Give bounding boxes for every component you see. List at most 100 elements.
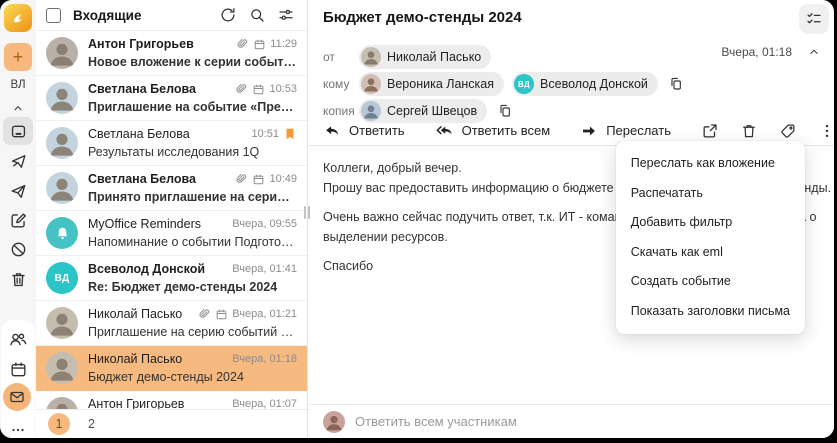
message-date-row: Вчера, 01:18 <box>721 45 821 59</box>
email-list-panel: Входящие Антон Григорьев 11:29 Новое вло… <box>36 0 308 438</box>
app-sidebar: + ВЛ <box>0 0 37 438</box>
email-time: 10:53 <box>269 83 297 95</box>
email-list-row[interactable]: Антон Григорьев 11:29 Новое вложение к с… <box>36 31 307 76</box>
current-user-avatar <box>323 410 345 433</box>
email-list-row[interactable]: MyOffice Reminders Вчера, 09:55 Напомина… <box>36 211 307 256</box>
email-list-header: Входящие <box>36 0 307 31</box>
message-context-menu: Переслать как вложение Распечатать Добав… <box>615 141 805 334</box>
email-time: Вчера, 01:21 <box>232 308 297 320</box>
avatar <box>361 74 381 94</box>
menu-item-download-eml[interactable]: Скачать как eml <box>616 238 805 268</box>
sidebar-item-drafts[interactable] <box>3 206 33 234</box>
avatar <box>46 82 78 114</box>
sidebar-item-spam[interactable] <box>3 235 33 263</box>
event-icon <box>215 308 228 321</box>
email-time: Вчера, 01:41 <box>232 263 297 275</box>
quick-reply-placeholder: Ответить всем участникам <box>355 414 517 429</box>
folder-title: Входящие <box>73 7 142 23</box>
quick-reply-bar[interactable]: Ответить всем участникам <box>309 404 834 438</box>
sender-name: Светлана Белова <box>88 127 190 141</box>
contacts-app-icon[interactable] <box>3 325 33 353</box>
compose-new-button[interactable]: + <box>4 43 32 71</box>
pagination: 1 2 <box>36 409 307 438</box>
filter-sliders-icon[interactable] <box>277 6 295 24</box>
from-row: от Николай Пасько <box>323 44 492 70</box>
sender-name: Всеволод Донской <box>88 262 206 276</box>
sidebar-item-sent[interactable] <box>3 177 33 205</box>
to-label: кому <box>323 77 350 91</box>
email-list: Антон Григорьев 11:29 Новое вложение к с… <box>36 31 307 410</box>
attachment-icon <box>235 83 248 96</box>
menu-item-create-event[interactable]: Создать событие <box>616 267 805 297</box>
email-subject: Принято приглашение на серию событий «..… <box>88 190 297 204</box>
collapse-message-chevron-icon[interactable] <box>807 45 821 59</box>
email-time: 11:29 <box>270 38 297 50</box>
open-in-new-window-icon[interactable] <box>701 122 719 140</box>
email-time: Вчера, 01:18 <box>232 353 297 365</box>
pane-resize-handle[interactable] <box>304 206 310 219</box>
sender-name: Николай Пасько <box>88 352 183 366</box>
avatar <box>46 217 78 249</box>
email-list-row[interactable]: Светлана Белова 10:53 Приглашение на соб… <box>36 76 307 121</box>
menu-item-add-filter[interactable]: Добавить фильтр <box>616 208 805 238</box>
tasks-panel-toggle-button[interactable] <box>799 4 829 34</box>
app-window: + ВЛ Входящие Антон Григорьев 11:29 Ново… <box>0 0 834 438</box>
app-switcher <box>1 320 35 438</box>
recipient-chip[interactable]: ВД Всеволод Донской <box>512 72 658 96</box>
sidebar-item-trash[interactable] <box>3 265 33 293</box>
avatar <box>46 352 78 384</box>
user-avatar-initials[interactable]: ВЛ <box>0 79 36 91</box>
copy-recipients-icon[interactable] <box>668 76 684 92</box>
email-list-row[interactable]: Николай Пасько Вчера, 01:18 Бюджет демо-… <box>36 346 307 391</box>
avatar <box>46 172 78 204</box>
calendar-app-icon[interactable] <box>3 355 33 383</box>
avatar-initials: ВД <box>518 79 531 89</box>
mail-app-icon[interactable] <box>3 383 31 411</box>
event-icon <box>252 173 265 186</box>
email-list-row[interactable]: Николай Пасько Вчера, 01:21 Приглашение … <box>36 301 307 346</box>
select-all-checkbox[interactable] <box>46 7 61 23</box>
app-logo-icon <box>4 4 32 32</box>
from-chip[interactable]: Николай Пасько <box>359 45 492 69</box>
email-time: 10:49 <box>269 173 297 185</box>
tag-label-icon[interactable] <box>779 122 797 140</box>
sender-name: MyOffice Reminders <box>88 217 201 231</box>
avatar: ВД <box>46 262 78 294</box>
sidebar-item-inbox[interactable] <box>3 117 33 145</box>
event-icon <box>252 83 265 96</box>
sidebar-item-outbox[interactable] <box>3 147 33 175</box>
email-subject: Бюджет демо-стенды 2024 <box>88 370 244 384</box>
menu-item-show-headers[interactable]: Показать заголовки письма <box>616 297 805 327</box>
email-list-row[interactable]: Светлана Белова 10:49 Принято приглашени… <box>36 166 307 211</box>
reply-button[interactable]: Ответить <box>323 122 405 140</box>
email-time: Вчера, 09:55 <box>232 218 297 230</box>
avatar: ВД <box>514 74 535 94</box>
refresh-icon[interactable] <box>219 6 237 24</box>
sender-name: Светлана Белова <box>88 172 196 186</box>
more-actions-kebab-icon[interactable] <box>818 122 834 140</box>
page-button-1[interactable]: 1 <box>48 413 70 435</box>
email-subject: Приглашение на событие «Предварительно..… <box>88 100 297 114</box>
page-button-2[interactable]: 2 <box>88 417 95 431</box>
delete-message-icon[interactable] <box>740 122 758 140</box>
avatar <box>361 47 381 67</box>
search-icon[interactable] <box>248 6 266 24</box>
recipient-chip[interactable]: Вероника Ланская <box>359 72 505 96</box>
menu-item-print[interactable]: Распечатать <box>616 179 805 209</box>
avatar <box>46 307 78 339</box>
email-list-row[interactable]: ВД Всеволод Донской Вчера, 01:41 Re: Бюд… <box>36 256 307 301</box>
sender-name: Николай Пасько <box>88 307 183 321</box>
from-name: Николай Пасько <box>387 50 482 64</box>
avatar <box>46 37 78 69</box>
more-apps-icon[interactable] <box>3 416 33 438</box>
attachment-icon <box>236 38 249 51</box>
forward-button[interactable]: Переслать <box>580 122 671 140</box>
email-list-row[interactable]: Антон Григорьев Вчера, 01:07 <box>36 391 307 410</box>
email-list-row[interactable]: Светлана Белова 10:51 Результаты исследо… <box>36 121 307 166</box>
reply-all-button[interactable]: Ответить всем <box>435 122 550 140</box>
to-row: кому Вероника Ланская ВД Всеволод Донско… <box>323 71 684 97</box>
email-subject: Новое вложение к серии событий «Аналити.… <box>88 55 297 69</box>
flag-icon <box>283 127 297 141</box>
menu-item-forward-as-attachment[interactable]: Переслать как вложение <box>616 149 805 179</box>
recipient-name: Вероника Ланская <box>387 77 495 91</box>
